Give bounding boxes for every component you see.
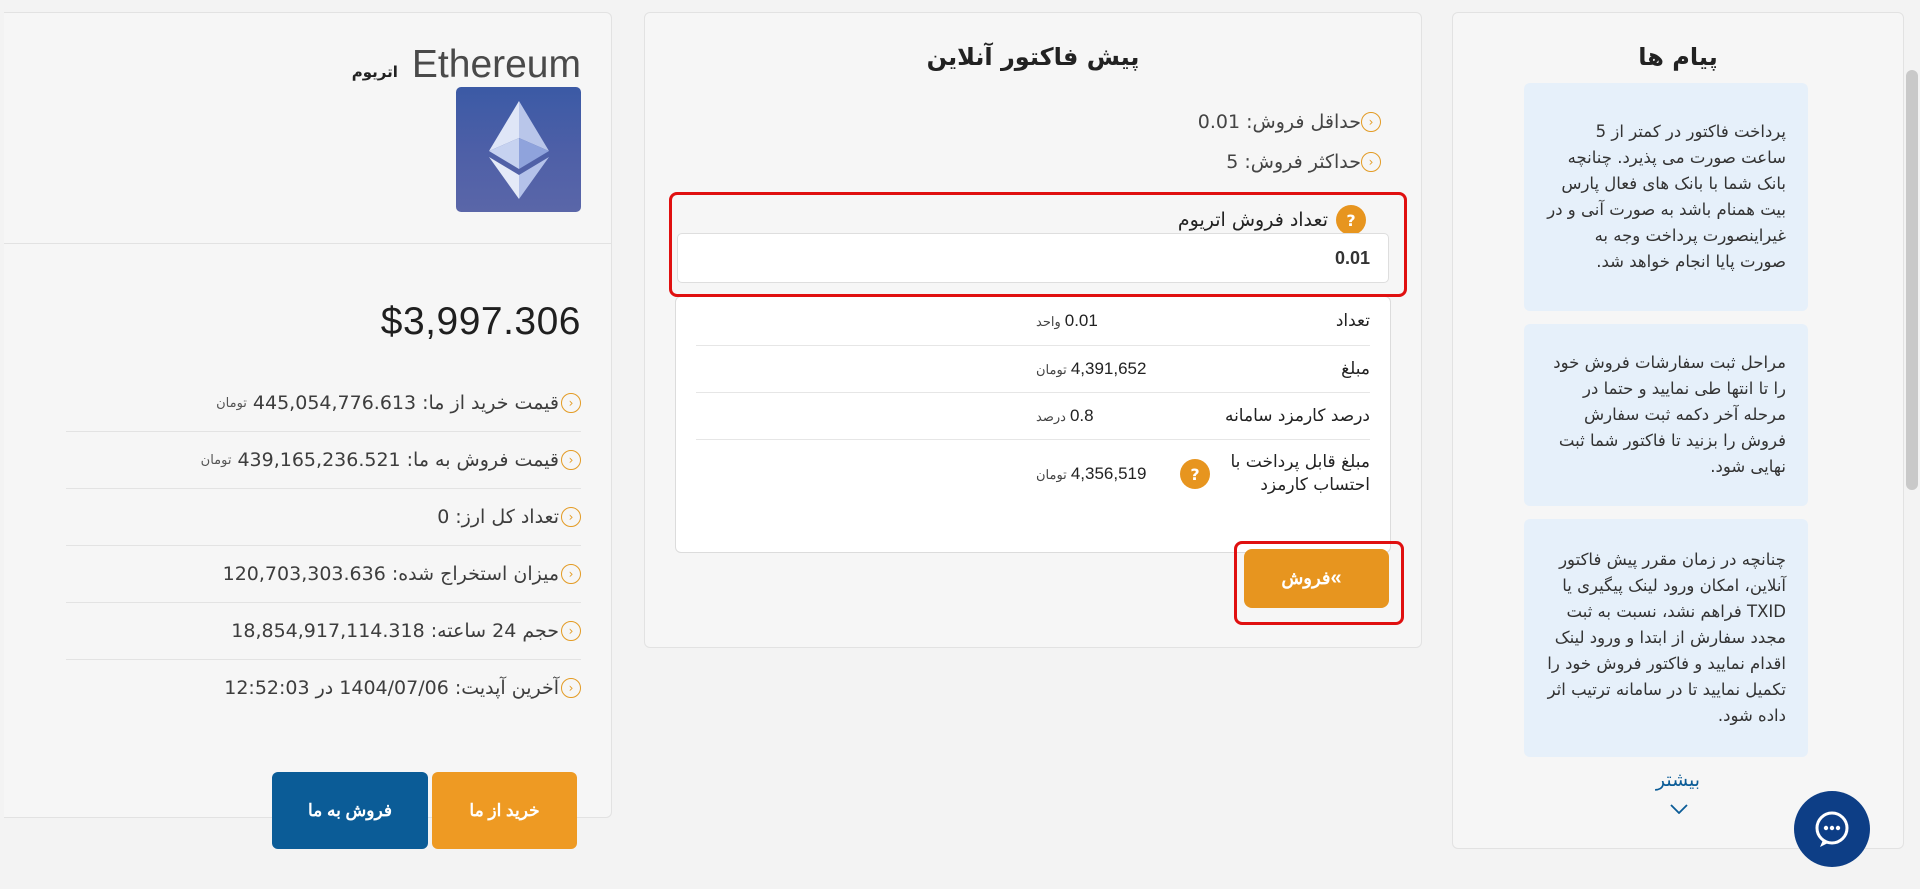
info-row-sell-price: ‹ قیمت فروش به ما: 439,165,236.521 تومان <box>66 432 581 489</box>
min-sell: ‹ حداقل فروش: 0.01 <box>1198 111 1381 133</box>
info-label: تعداد کل ارز: <box>455 506 559 528</box>
info-row-total-supply: ‹ تعداد کل ارز: 0 <box>66 489 581 546</box>
chevron-left-circle-icon: ‹ <box>1361 112 1381 132</box>
message-text: پرداخت فاکتور در کمتر از 5 ساعت صورت می … <box>1547 122 1786 271</box>
info-label: قیمت فروش به ما: <box>406 449 559 471</box>
info-unit: تومان <box>216 395 247 411</box>
coin-info-list: ‹ قیمت خرید از ما: 445,054,776.613 تومان… <box>66 375 581 716</box>
info-value: 18,854,917,114.318 <box>231 620 425 642</box>
question-icon[interactable]: ? <box>1180 459 1210 489</box>
invoice-summary: تعداد 0.01واحد مبلغ 4,391,652تومان درصد … <box>675 296 1391 553</box>
summary-row: درصد کارمزد سامانه 0.8درصد <box>696 392 1370 440</box>
ethereum-logo-icon <box>456 87 581 212</box>
more-link[interactable]: بیشتر <box>1453 769 1903 791</box>
info-value: 439,165,236.521 <box>237 449 401 471</box>
info-value: 445,054,776.613 <box>252 392 417 414</box>
info-label: قیمت خرید از ما: <box>422 392 559 414</box>
message-card: مراحل ثبت سفارشات فروش خود را تا انتها ط… <box>1524 324 1808 506</box>
buy-from-us-button[interactable]: خرید از ما <box>432 772 577 849</box>
sell-to-us-button[interactable]: فروش به ما <box>272 772 428 849</box>
sell-button[interactable]: فروش « <box>1244 549 1389 608</box>
chevron-left-circle-icon: ‹ <box>561 450 581 470</box>
coin-price: $3,997.306 <box>380 300 581 343</box>
summary-value: 0.01واحد <box>1036 311 1098 330</box>
info-label: آخرین آپدیت: <box>454 677 559 699</box>
info-value: 120,703,303.636 <box>222 563 386 585</box>
chevron-left-circle-icon: ‹ <box>561 393 581 413</box>
summary-row: مبلغ 4,391,652تومان <box>696 345 1370 393</box>
messages-panel: پیام ها پرداخت فاکتور در کمتر از 5 ساعت … <box>1452 12 1904 849</box>
summary-label: تعداد <box>1335 311 1370 331</box>
message-card: چنانچه در زمان مقرر پیش فاکتور آنلاین، ا… <box>1524 519 1808 757</box>
summary-row: مبلغ قابل پرداخت با احتساب کارمزد ? 4,35… <box>696 439 1370 509</box>
summary-value: 0.8درصد <box>1036 405 1094 425</box>
coin-name-en: Ethereum <box>411 43 581 86</box>
coin-panel: اتریوم Ethereum $3,997.306 ‹ قیمت خرید ا… <box>4 12 612 818</box>
max-sell-text: حداکثر فروش: 5 <box>1226 151 1361 173</box>
summary-label-wrap: مبلغ قابل پرداخت با احتساب کارمزد ? <box>1180 451 1370 497</box>
chevron-down-icon[interactable] <box>1670 799 1688 818</box>
coin-name-fa: اتریوم <box>351 63 398 81</box>
chevron-left-circle-icon: ‹ <box>1361 152 1381 172</box>
info-row-volume-24h: ‹ حجم 24 ساعته: 18,854,917,114.318 <box>66 603 581 660</box>
scrollbar[interactable] <box>1906 70 1918 490</box>
info-value: 0 <box>437 506 450 528</box>
chevron-left-circle-icon: ‹ <box>561 678 581 698</box>
info-value: 1404/07/06 در 12:52:03 <box>224 677 449 699</box>
message-text: مراحل ثبت سفارشات فروش خود را تا انتها ط… <box>1553 353 1786 476</box>
chat-icon <box>1815 811 1849 847</box>
message-text: چنانچه در زمان مقرر پیش فاکتور آنلاین، ا… <box>1547 550 1786 725</box>
qty-highlight-box <box>669 192 1407 297</box>
summary-row: تعداد 0.01واحد <box>696 297 1370 346</box>
chevron-left-circle-icon: ‹ <box>561 507 581 527</box>
info-unit: تومان <box>200 452 232 468</box>
info-row-mined: ‹ میزان استخراج شده: 120,703,303.636 <box>66 546 581 603</box>
invoice-title: پیش فاکتور آنلاین <box>926 43 1140 71</box>
info-label: حجم 24 ساعته: <box>430 620 559 642</box>
info-row-buy-price: ‹ قیمت خرید از ما: 445,054,776.613 تومان <box>66 375 581 432</box>
coin-name: اتریوم Ethereum <box>352 43 581 87</box>
summary-label: مبلغ قابل پرداخت با احتساب کارمزد <box>1230 452 1370 495</box>
info-label: میزان استخراج شده: <box>391 563 559 585</box>
chat-button[interactable] <box>1794 791 1870 867</box>
summary-value: 4,356,519تومان <box>1036 464 1147 483</box>
sell-button-label: فروش <box>1281 568 1331 588</box>
chevron-left-circle-icon: ‹ <box>561 564 581 584</box>
double-chevron-icon: « <box>1330 567 1342 589</box>
divider <box>4 243 611 244</box>
chevron-left-circle-icon: ‹ <box>561 621 581 641</box>
info-row-last-update: ‹ آخرین آپدیت: 1404/07/06 در 12:52:03 <box>66 660 581 716</box>
summary-label: درصد کارمزد سامانه <box>1224 405 1370 426</box>
messages-title: پیام ها <box>1638 43 1718 71</box>
summary-label: مبلغ <box>1341 358 1370 379</box>
min-sell-text: حداقل فروش: 0.01 <box>1197 111 1361 133</box>
message-card: پرداخت فاکتور در کمتر از 5 ساعت صورت می … <box>1524 83 1808 311</box>
summary-value: 4,391,652تومان <box>1036 358 1147 378</box>
max-sell: ‹ حداکثر فروش: 5 <box>1226 151 1381 173</box>
